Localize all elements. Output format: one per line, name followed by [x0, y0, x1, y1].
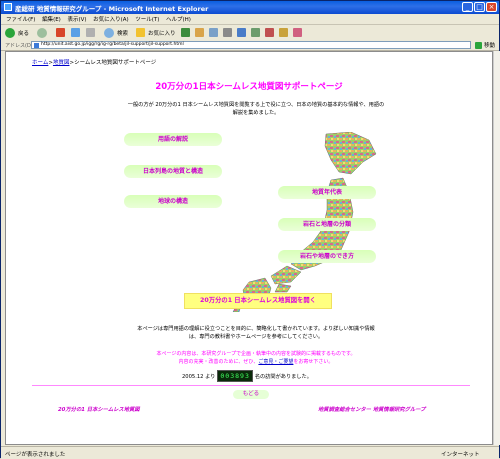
menu-edit[interactable]: 編集(E)	[42, 15, 61, 23]
media-icon	[181, 28, 190, 37]
star-icon	[136, 28, 145, 37]
zone-indicator: インターネット	[441, 452, 480, 458]
search-button[interactable]: 検索	[104, 27, 128, 38]
history-icon	[195, 28, 204, 37]
feedback-link[interactable]: ご意見・ご要望	[258, 359, 293, 365]
breadcrumb-section-link[interactable]: 地質図	[53, 60, 70, 66]
addon-button[interactable]	[279, 27, 288, 38]
status-text: ページが表示されました	[5, 452, 66, 458]
history-button[interactable]	[195, 27, 204, 38]
address-field[interactable]: http://unit.aist.go.jp/igg/rg/ig-rg/beta…	[31, 41, 471, 49]
footer-left-link[interactable]: 20万分の1 日本シームレス地質図	[58, 405, 140, 413]
mail-button[interactable]	[209, 27, 218, 38]
research-icon	[293, 28, 302, 37]
window-title: 産総研 地質情報研究グループ - Microsoft Internet Expl…	[15, 5, 209, 13]
stop-button[interactable]	[56, 27, 65, 38]
menu-view[interactable]: 表示(V)	[67, 15, 86, 23]
menu-tools[interactable]: ツール(T)	[135, 15, 159, 23]
address-bar: アドレス(D) http://unit.aist.go.jp/igg/rg/ig…	[1, 40, 499, 51]
menu-help[interactable]: ヘルプ(H)	[166, 15, 191, 23]
back-button[interactable]: 戻る	[5, 27, 29, 38]
note-line-2: 内容の充実・改善のために、ぜひ、ご意見・ご要望をお寄せ下さい。	[178, 359, 334, 365]
title-bar: 産総研 地質情報研究グループ - Microsoft Internet Expl…	[1, 1, 499, 14]
search-icon	[104, 27, 114, 38]
addon-icon	[279, 28, 288, 37]
divider	[32, 385, 470, 386]
link-japan-geology-structure[interactable]: 日本列島の地質と構造	[124, 165, 222, 178]
toolbar: 戻る 検索 お気に入り	[1, 25, 499, 41]
breadcrumb-home-link[interactable]: ホーム	[32, 60, 48, 66]
ie-icon	[4, 3, 12, 11]
vertical-scrollbar[interactable]	[493, 51, 500, 445]
footer-right-link[interactable]: 地質調査総合センター 地質情報研究グループ	[318, 405, 425, 413]
link-geologic-time-scale[interactable]: 地質年代表	[278, 186, 376, 199]
go-arrow-icon	[475, 41, 482, 49]
status-bar: ページが表示されました インターネット	[1, 446, 499, 459]
discuss-icon	[251, 28, 260, 37]
breadcrumb: ホーム>地質図>シームレス地質図サポートページ	[32, 58, 156, 66]
counter-digits: 003893	[217, 370, 253, 382]
browser-window: 産総研 地質情報研究グループ - Microsoft Internet Expl…	[0, 0, 500, 459]
back-link[interactable]: もどる	[233, 390, 269, 399]
page-title: 20万分の1日本シームレス地質図サポートページ	[155, 82, 343, 92]
media-button[interactable]	[181, 27, 190, 38]
refresh-icon	[71, 28, 80, 37]
messenger-button[interactable]	[265, 27, 274, 38]
counter-prefix: 2005.12 より	[182, 373, 216, 380]
menu-file[interactable]: ファイル(F)	[6, 15, 35, 23]
go-button[interactable]: 移動	[475, 41, 495, 49]
breadcrumb-current: シームレス地質図サポートページ	[74, 60, 157, 66]
address-url: http://unit.aist.go.jp/igg/rg/ig-rg/beta…	[41, 42, 184, 47]
refresh-button[interactable]	[71, 27, 80, 38]
mail-icon	[209, 28, 218, 37]
note-text: 本ページの内容は、本研究グループで企画・執筆中の内容を試験的に掲載するものです。…	[136, 350, 376, 366]
print-icon	[223, 28, 232, 37]
counter-suffix: 名の訪問がありました。	[254, 373, 312, 380]
maximize-button[interactable]: □	[474, 2, 485, 12]
page-content: ホーム>地質図>シームレス地質図サポートページ 20万分の1日本シームレス地質図…	[5, 51, 493, 445]
research-button[interactable]	[293, 27, 302, 38]
menu-favorites[interactable]: お気に入り(A)	[93, 15, 129, 23]
print-button[interactable]	[223, 27, 232, 38]
address-label: アドレス(D)	[5, 43, 33, 49]
forward-arrow-icon	[37, 27, 47, 38]
forward-button[interactable]	[37, 27, 47, 38]
visitor-counter: 2005.12 より 003893 名の訪問がありました。	[182, 370, 312, 382]
note-line-1: 本ページの内容は、本研究グループで企画・執筆中の内容を試験的に掲載するものです。	[156, 351, 356, 357]
link-earth-structure[interactable]: 地球の構造	[124, 195, 222, 208]
back-arrow-icon	[5, 27, 15, 38]
page-icon	[34, 43, 39, 48]
discuss-button[interactable]	[251, 27, 260, 38]
close-button[interactable]: ×	[486, 2, 497, 12]
link-rock-strata-formation[interactable]: 岩石や地層のでき方	[278, 250, 376, 263]
link-rock-strata-classification[interactable]: 岩石と地層の分類	[278, 218, 376, 231]
open-seamless-map-button[interactable]: 20万分の1 日本シームレス地質図を開く	[184, 293, 332, 309]
favorites-button[interactable]: お気に入り	[136, 27, 176, 38]
home-button[interactable]	[86, 27, 95, 38]
stop-icon	[56, 28, 65, 37]
intro-text: 一般の方が 20万分の1 日本シームレス地質図を閲覧する上で役に立つ、日本の地質…	[127, 102, 385, 116]
messenger-icon	[265, 28, 274, 37]
home-icon	[86, 28, 95, 37]
minimize-button[interactable]: _	[462, 2, 473, 12]
link-glossary[interactable]: 用語の解説	[124, 133, 222, 146]
edit-icon	[237, 28, 246, 37]
description-text: 本ページは専門用語の理解に役立つことを目的に、簡略化して書かれています。より詳し…	[137, 326, 375, 340]
edit-button[interactable]	[237, 27, 246, 38]
menu-bar: ファイル(F) 編集(E) 表示(V) お気に入り(A) ツール(T) ヘルプ(…	[1, 14, 499, 25]
